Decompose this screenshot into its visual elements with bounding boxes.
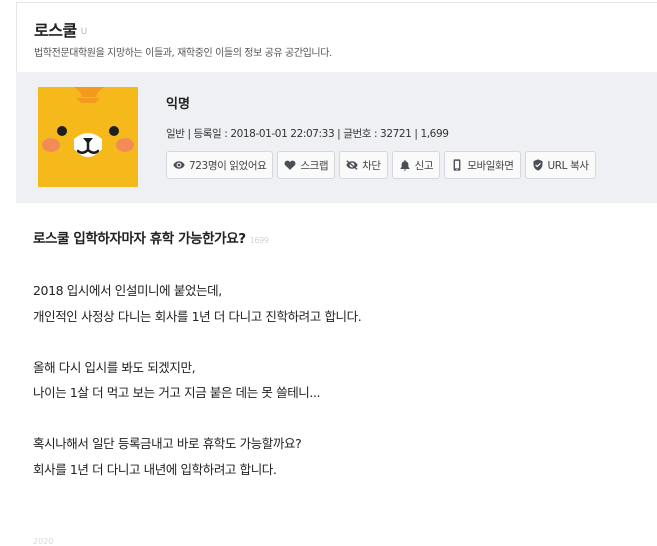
url-copy-button[interactable]: URL 복사 xyxy=(524,151,596,179)
post-info-panel: 익명 일반 | 등록일 : 2018-01-01 22:07:33 | 글번호 … xyxy=(16,72,657,203)
eye-slash-icon xyxy=(346,160,358,170)
read-count-label: 723명이 읽었어요 xyxy=(189,159,267,172)
content-line: 개인적인 사정상 다니는 회사를 1년 더 다니고 진학하려고 합니다. xyxy=(33,308,362,324)
read-count-button[interactable]: 723명이 읽었어요 xyxy=(166,151,274,179)
board-header: 로스쿨 U 법학전문대학원을 지망하는 이들과, 재학중인 이들의 정보 공유 공… xyxy=(16,2,657,72)
post-title-number: 1699 xyxy=(249,236,269,245)
post-title-text: 로스쿨 입학하자마자 휴학 가능한가요? xyxy=(33,231,246,247)
board-title[interactable]: 로스쿨 U xyxy=(34,17,87,41)
heart-icon xyxy=(284,160,296,170)
content-line: 올해 다시 입시를 봐도 되겠지만, xyxy=(33,359,196,375)
content-line: 혹시나해서 일단 등록금내고 바로 휴학도 가능할까요? xyxy=(33,436,302,451)
content-line xyxy=(33,329,633,355)
mobile-view-button[interactable]: 모바일화면 xyxy=(444,151,521,179)
mobile-view-label: 모바일화면 xyxy=(467,159,514,172)
scrap-button[interactable]: 스크랩 xyxy=(277,151,336,179)
content-line: 회사를 1년 더 다니고 내년에 입학하려고 합니다. xyxy=(33,461,277,477)
content-line xyxy=(33,406,633,432)
eye-icon xyxy=(173,161,185,169)
block-label: 차단 xyxy=(362,159,381,172)
board-title-text[interactable]: 로스쿨 xyxy=(34,21,77,40)
post-content: 2018 입시에서 인설미니에 붙었는데, 개인적인 사정상 다니는 회사를 1… xyxy=(33,278,633,482)
scrap-label: 스크랩 xyxy=(300,159,329,172)
shield-check-icon xyxy=(533,159,542,171)
mobile-icon xyxy=(453,159,461,171)
author-name: 익명 xyxy=(166,97,190,112)
post-actions: 723명이 읽었어요 스크랩 차단 신고 모바일화면 URL 복사 xyxy=(166,151,596,179)
report-label: 신고 xyxy=(414,159,434,172)
content-line: 나이는 1살 더 먹고 보는 거고 지금 붙은 데는 못 쓸테니... xyxy=(33,385,321,400)
post-title: 로스쿨 입학하자마자 휴학 가능한가요? 1699 xyxy=(33,227,269,247)
content-line: 2018 입시에서 인설미니에 붙었는데, xyxy=(33,283,222,298)
board-description: 법학전문대학원을 지망하는 이들과, 재학중인 이들의 정보 공유 공간입니다. xyxy=(34,48,332,59)
url-copy-label: URL 복사 xyxy=(547,159,589,172)
post-meta: 일반 | 등록일 : 2018-01-01 22:07:33 | 글번호 : 3… xyxy=(166,128,449,140)
block-button[interactable]: 차단 xyxy=(339,151,388,179)
report-button[interactable]: 신고 xyxy=(391,151,441,179)
board-badge: U xyxy=(80,26,88,37)
bear-avatar-icon xyxy=(38,87,138,187)
avatar xyxy=(38,87,138,187)
bell-icon xyxy=(400,160,410,171)
